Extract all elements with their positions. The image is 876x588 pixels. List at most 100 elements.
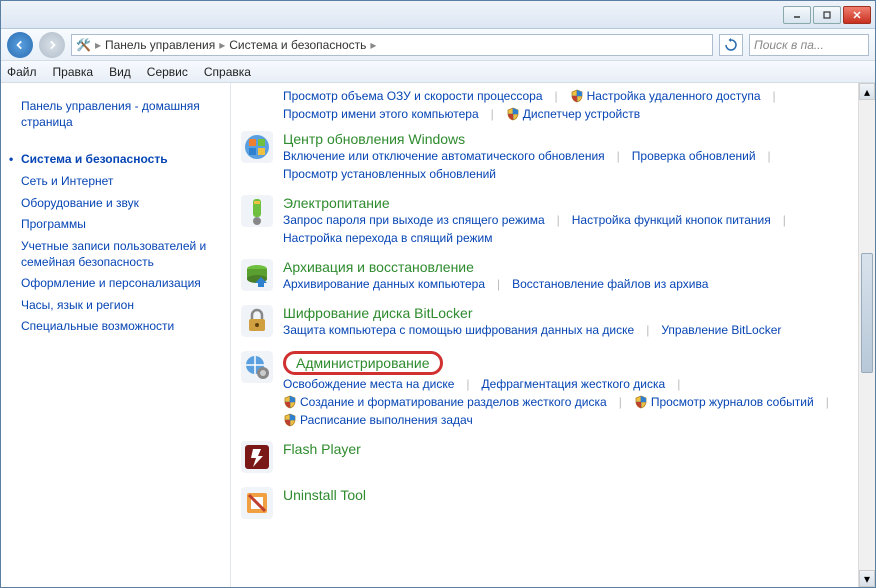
sublink[interactable]: Архивирование данных компьютера [283,277,485,291]
maximize-button[interactable] [813,6,841,24]
separator: | [491,107,494,121]
shield-icon [506,107,520,121]
sublink[interactable]: Управление BitLocker [661,323,781,337]
minimize-button[interactable] [783,6,811,24]
sublink-label: Просмотр установленных обновлений [283,167,496,181]
sublink[interactable]: Расписание выполнения задач [283,413,473,427]
section-title[interactable]: Электропитание [283,195,390,211]
sublink[interactable]: Включение или отключение автоматического… [283,149,605,163]
section-sublinks: Включение или отключение автоматического… [283,149,865,181]
sublink[interactable]: Просмотр установленных обновлений [283,167,496,181]
section-title[interactable]: Администрирование [283,351,443,375]
sublink-label: Диспетчер устройств [523,107,640,121]
sublink[interactable]: Настройка функций кнопок питания [572,213,771,227]
sublink-label: Дефрагментация жесткого диска [482,377,666,391]
section-title[interactable]: Архивация и восстановление [283,259,474,275]
section-title[interactable]: Центр обновления Windows [283,131,465,147]
sidebar-item-hardware[interactable]: Оборудование и звук [21,196,222,212]
menubar: Файл Правка Вид Сервис Справка [1,61,875,83]
address-bar[interactable]: 🛠️ ▸ Панель управления ▸ Система и безоп… [71,34,713,56]
sublink-label: Запрос пароля при выходе из спящего режи… [283,213,545,227]
section-title[interactable]: Flash Player [283,441,361,457]
nav-forward-button[interactable] [39,32,65,58]
sublink[interactable]: Настройка перехода в спящий режим [283,231,492,245]
section-sublinks: Освобождение места на диске | Дефрагментац… [283,377,865,427]
sublink-label: Проверка обновлений [632,149,756,163]
shield-icon [283,395,297,409]
sublink-label: Защита компьютера с помощью шифрования д… [283,323,634,337]
sublink[interactable]: Создание и форматирование разделов жестк… [283,395,607,409]
section: Архивация и восстановление Архивирование … [241,259,865,291]
separator: | [783,213,786,227]
sublink-label: Расписание выполнения задач [300,413,473,427]
uninstall-icon [241,487,273,519]
search-placeholder: Поиск в па... [754,38,824,52]
content-pane: Просмотр объема ОЗУ и скорости процессор… [231,83,875,587]
menu-view[interactable]: Вид [109,65,131,79]
sublink[interactable]: Освобождение места на диске [283,377,454,391]
shield-icon [634,395,648,409]
sublink[interactable]: Запрос пароля при выходе из спящего режи… [283,213,545,227]
separator: | [677,377,680,391]
sidebar-item-programs[interactable]: Программы [21,217,222,233]
sublink[interactable]: Защита компьютера с помощью шифрования д… [283,323,634,337]
scroll-down-arrow[interactable]: ▾ [859,570,875,587]
section-title[interactable]: Uninstall Tool [283,487,366,503]
separator: | [497,277,500,291]
sublink[interactable]: Настройка удаленного доступа [570,89,761,103]
backup-icon [241,259,273,291]
menu-service[interactable]: Сервис [147,65,188,79]
power-icon [241,195,273,227]
sublink-label: Просмотр журналов событий [651,395,814,409]
sidebar-item-accessibility[interactable]: Специальные возможности [21,319,222,335]
sublink-label: Просмотр имени этого компьютера [283,107,479,121]
section-sublinks: Запрос пароля при выходе из спящего режи… [283,213,865,245]
sublink[interactable]: Просмотр имени этого компьютера [283,107,479,121]
separator: | [826,395,829,409]
sidebar-item-network[interactable]: Сеть и Интернет [21,174,222,190]
breadcrumb-current[interactable]: Система и безопасность [229,38,366,52]
breadcrumb-root[interactable]: Панель управления [105,38,215,52]
sublink-label: Включение или отключение автоматического… [283,149,605,163]
sublink[interactable]: Диспетчер устройств [506,107,640,121]
section-body: Архивация и восстановление Архивирование … [283,259,865,291]
refresh-button[interactable] [719,34,743,56]
separator: | [619,395,622,409]
sidebar-item-appearance[interactable]: Оформление и персонализация [21,276,222,292]
sublink[interactable]: Просмотр журналов событий [634,395,814,409]
chevron-right-icon: ▸ [370,38,376,52]
separator: | [557,213,560,227]
scroll-thumb[interactable] [861,253,873,373]
body-area: Панель управления - домашняя страница Си… [1,83,875,587]
section-title[interactable]: Шифрование диска BitLocker [283,305,473,321]
top-links: Просмотр объема ОЗУ и скорости процессор… [283,89,865,121]
flash-icon [241,441,273,473]
nav-back-button[interactable] [7,32,33,58]
section-body: Центр обновления Windows Включение или от… [283,131,865,181]
separator: | [466,377,469,391]
sidebar-item-users[interactable]: Учетные записи пользователей и семейная … [21,239,222,270]
navbar: 🛠️ ▸ Панель управления ▸ Система и безоп… [1,29,875,61]
separator: | [773,89,776,103]
menu-help[interactable]: Справка [204,65,251,79]
sublink[interactable]: Просмотр объема ОЗУ и скорости процессор… [283,89,543,103]
sidebar-item-clock[interactable]: Часы, язык и регион [21,298,222,314]
section-body: Uninstall Tool [283,487,865,519]
search-input[interactable]: Поиск в па... [749,34,869,56]
sublink[interactable]: Восстановление файлов из архива [512,277,708,291]
chevron-right-icon: ▸ [95,38,101,52]
close-button[interactable] [843,6,871,24]
vertical-scrollbar[interactable]: ▴ ▾ [858,83,875,587]
section-body: Шифрование диска BitLocker Защита компьют… [283,305,865,337]
menu-edit[interactable]: Правка [53,65,94,79]
section-body: АдминистрированиеОсвобождение места на д… [283,351,865,427]
sublink[interactable]: Проверка обновлений [632,149,756,163]
menu-file[interactable]: Файл [7,65,37,79]
sidebar-home[interactable]: Панель управления - домашняя страница [21,99,222,130]
sublink-label: Управление BitLocker [661,323,781,337]
sublink[interactable]: Дефрагментация жесткого диска [482,377,666,391]
shield-icon [283,413,297,427]
sublink-label: Восстановление файлов из архива [512,277,708,291]
scroll-up-arrow[interactable]: ▴ [859,83,875,100]
sidebar-item-system-security[interactable]: Система и безопасность [21,152,222,166]
